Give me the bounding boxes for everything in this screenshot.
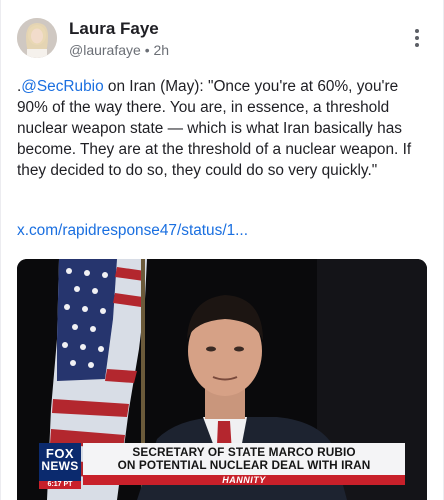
author-handle[interactable]: @laurafaye — [69, 42, 141, 58]
show-name-bar: HANNITY — [83, 475, 405, 485]
meta-separator: • — [144, 42, 150, 58]
fox-news-logo: FOX NEWS — [39, 443, 81, 481]
post-meta: @laurafaye • 2h — [69, 42, 169, 58]
avatar[interactable] — [17, 18, 57, 58]
post-time[interactable]: 2h — [154, 42, 170, 58]
chyron-line-2: ON POTENTIAL NUCLEAR DEAL WITH IRAN — [117, 458, 371, 472]
logo-time: 6:17 PT — [39, 481, 81, 489]
mention-link[interactable]: @SecRubio — [21, 78, 103, 95]
logo-line-1: FOX — [45, 446, 75, 461]
logo-line-2: NEWS — [41, 459, 79, 473]
video-embed[interactable]: FOX NEWS 6:17 PT SECRETARY OF STATE MARC… — [17, 259, 427, 500]
external-link[interactable]: x.com/rapidresponse47/status/1... — [17, 222, 248, 240]
author-name[interactable]: Laura Faye — [69, 19, 159, 39]
chyron: SECRETARY OF STATE MARCO RUBIO ON POTENT… — [83, 443, 405, 478]
post-header: Laura Faye @laurafaye • 2h — [17, 15, 427, 63]
more-vertical-icon[interactable] — [413, 29, 421, 49]
post-text: .@SecRubio on Iran (May): "Once you're a… — [17, 76, 429, 181]
